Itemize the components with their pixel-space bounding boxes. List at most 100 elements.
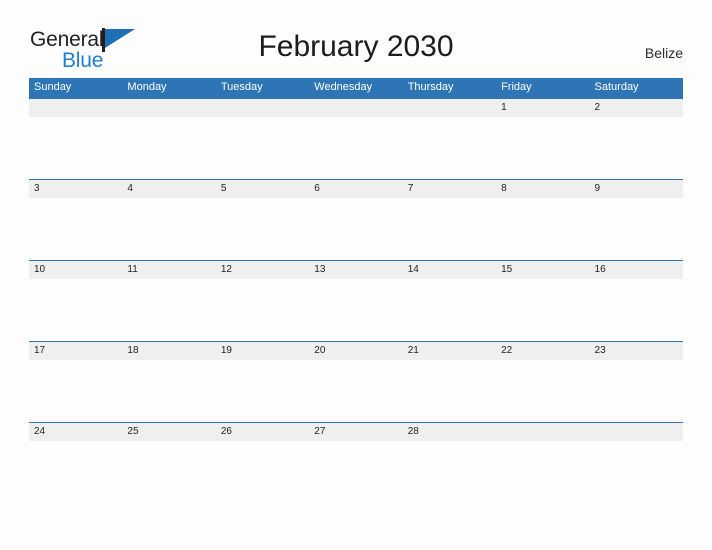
day-cell-body[interactable] — [589, 360, 683, 422]
day-cell-body[interactable] — [29, 117, 123, 179]
region-label: Belize — [644, 45, 683, 61]
day-cell-body[interactable] — [402, 441, 497, 503]
calendar-day-cell[interactable]: 5 — [215, 179, 310, 261]
weekday-header-thursday: Thursday — [402, 78, 497, 99]
calendar-day-cell[interactable]: 7 — [402, 179, 497, 261]
weekday-header-tuesday: Tuesday — [215, 78, 310, 99]
calendar-day-cell[interactable]: 12 — [215, 260, 310, 342]
day-number: 19 — [220, 345, 232, 356]
day-number: 6 — [314, 183, 320, 194]
day-cell-body[interactable] — [496, 279, 590, 341]
day-cell-body[interactable] — [589, 117, 683, 179]
day-cell-body[interactable] — [309, 441, 403, 503]
day-cell-body[interactable] — [215, 441, 310, 503]
day-cell-body[interactable] — [215, 198, 310, 260]
day-number — [595, 427, 683, 440]
day-cell-body[interactable] — [215, 117, 310, 179]
day-cell-body[interactable] — [496, 360, 590, 422]
calendar-day-cell[interactable]: 2 — [589, 98, 683, 180]
calendar-header-row-group: Sunday Monday Tuesday Wednesday Thursday… — [29, 78, 683, 99]
day-number: 11 — [127, 264, 138, 275]
calendar-day-cell[interactable] — [402, 98, 497, 180]
day-number — [501, 427, 589, 440]
day-cell-body[interactable] — [215, 279, 310, 341]
calendar-day-cell[interactable]: 9 — [589, 179, 683, 261]
calendar-day-cell[interactable]: 3 — [29, 179, 123, 261]
day-cell-body[interactable] — [122, 279, 216, 341]
day-number: 12 — [220, 264, 232, 275]
day-cell-body[interactable] — [122, 198, 216, 260]
calendar-day-cell[interactable] — [309, 98, 403, 180]
day-cell-body[interactable] — [309, 360, 403, 422]
calendar-day-cell[interactable]: 11 — [122, 260, 216, 342]
calendar-day-cell[interactable]: 24 — [29, 422, 123, 503]
calendar-day-cell[interactable]: 1 — [496, 98, 590, 180]
calendar-day-cell[interactable]: 28 — [402, 422, 497, 503]
calendar-day-cell[interactable]: 13 — [309, 260, 403, 342]
calendar-day-cell[interactable]: 15 — [496, 260, 590, 342]
day-cell-body[interactable] — [215, 360, 310, 422]
day-cell-body[interactable] — [496, 441, 590, 503]
calendar-table: Sunday Monday Tuesday Wednesday Thursday… — [29, 78, 683, 503]
page-title: February 2030 — [258, 30, 454, 63]
calendar-day-cell[interactable]: 14 — [402, 260, 497, 342]
page-header: General Blue February 2030 Belize — [0, 0, 712, 78]
day-cell-body[interactable] — [122, 441, 216, 503]
calendar-day-cell[interactable] — [215, 98, 310, 180]
day-cell-body[interactable] — [309, 198, 403, 260]
calendar-day-cell[interactable]: 17 — [29, 341, 123, 423]
calendar-week-row: 24 25 26 27 28 — [29, 422, 683, 503]
calendar-day-cell[interactable]: 4 — [122, 179, 216, 261]
calendar-day-cell[interactable] — [29, 98, 123, 180]
day-cell-body[interactable] — [122, 360, 216, 422]
day-cell-body[interactable] — [496, 117, 590, 179]
calendar-day-cell[interactable] — [122, 98, 216, 180]
calendar-day-cell[interactable]: 6 — [309, 179, 403, 261]
day-number — [34, 103, 122, 116]
day-cell-body[interactable] — [29, 441, 123, 503]
day-number: 10 — [34, 264, 46, 275]
day-number: 1 — [501, 102, 507, 113]
day-cell-body[interactable] — [589, 279, 683, 341]
day-number: 16 — [594, 264, 606, 275]
day-cell-body[interactable] — [29, 360, 123, 422]
calendar-day-cell[interactable]: 18 — [122, 341, 216, 423]
weekday-header-saturday: Saturday — [589, 78, 683, 99]
calendar-week-row: 3 4 5 6 7 8 9 — [29, 179, 683, 261]
day-cell-body[interactable] — [402, 279, 497, 341]
day-cell-body[interactable] — [29, 279, 123, 341]
day-cell-body[interactable] — [402, 198, 497, 260]
day-cell-body[interactable] — [309, 279, 403, 341]
calendar-day-cell[interactable]: 22 — [496, 341, 590, 423]
calendar-day-cell[interactable]: 20 — [309, 341, 403, 423]
weekday-header-friday: Friday — [496, 78, 590, 99]
day-cell-body[interactable] — [309, 117, 403, 179]
day-cell-body[interactable] — [496, 198, 590, 260]
calendar-day-cell[interactable]: 16 — [589, 260, 683, 342]
calendar-day-cell[interactable]: 8 — [496, 179, 590, 261]
day-number: 4 — [127, 183, 133, 194]
day-number: 14 — [407, 264, 419, 275]
day-number: 3 — [34, 183, 40, 194]
calendar-day-cell[interactable]: 23 — [589, 341, 683, 423]
calendar-day-cell[interactable] — [496, 422, 590, 503]
day-number: 9 — [594, 183, 601, 194]
calendar-day-cell[interactable]: 19 — [215, 341, 310, 423]
day-cell-body[interactable] — [402, 117, 497, 179]
day-number: 8 — [501, 183, 507, 194]
calendar-day-cell[interactable]: 10 — [29, 260, 123, 342]
day-cell-body[interactable] — [589, 198, 683, 260]
calendar-day-cell[interactable] — [589, 422, 683, 503]
day-number: 24 — [34, 426, 46, 437]
day-cell-body[interactable] — [122, 117, 216, 179]
calendar-day-cell[interactable]: 26 — [215, 422, 310, 503]
day-number: 22 — [501, 345, 513, 356]
day-cell-body[interactable] — [402, 360, 497, 422]
day-number: 5 — [220, 183, 227, 194]
calendar-day-cell[interactable]: 25 — [122, 422, 216, 503]
day-number: 18 — [127, 345, 139, 356]
calendar-day-cell[interactable]: 27 — [309, 422, 403, 503]
day-cell-body[interactable] — [29, 198, 123, 260]
day-cell-body[interactable] — [589, 441, 683, 503]
calendar-day-cell[interactable]: 21 — [402, 341, 497, 423]
